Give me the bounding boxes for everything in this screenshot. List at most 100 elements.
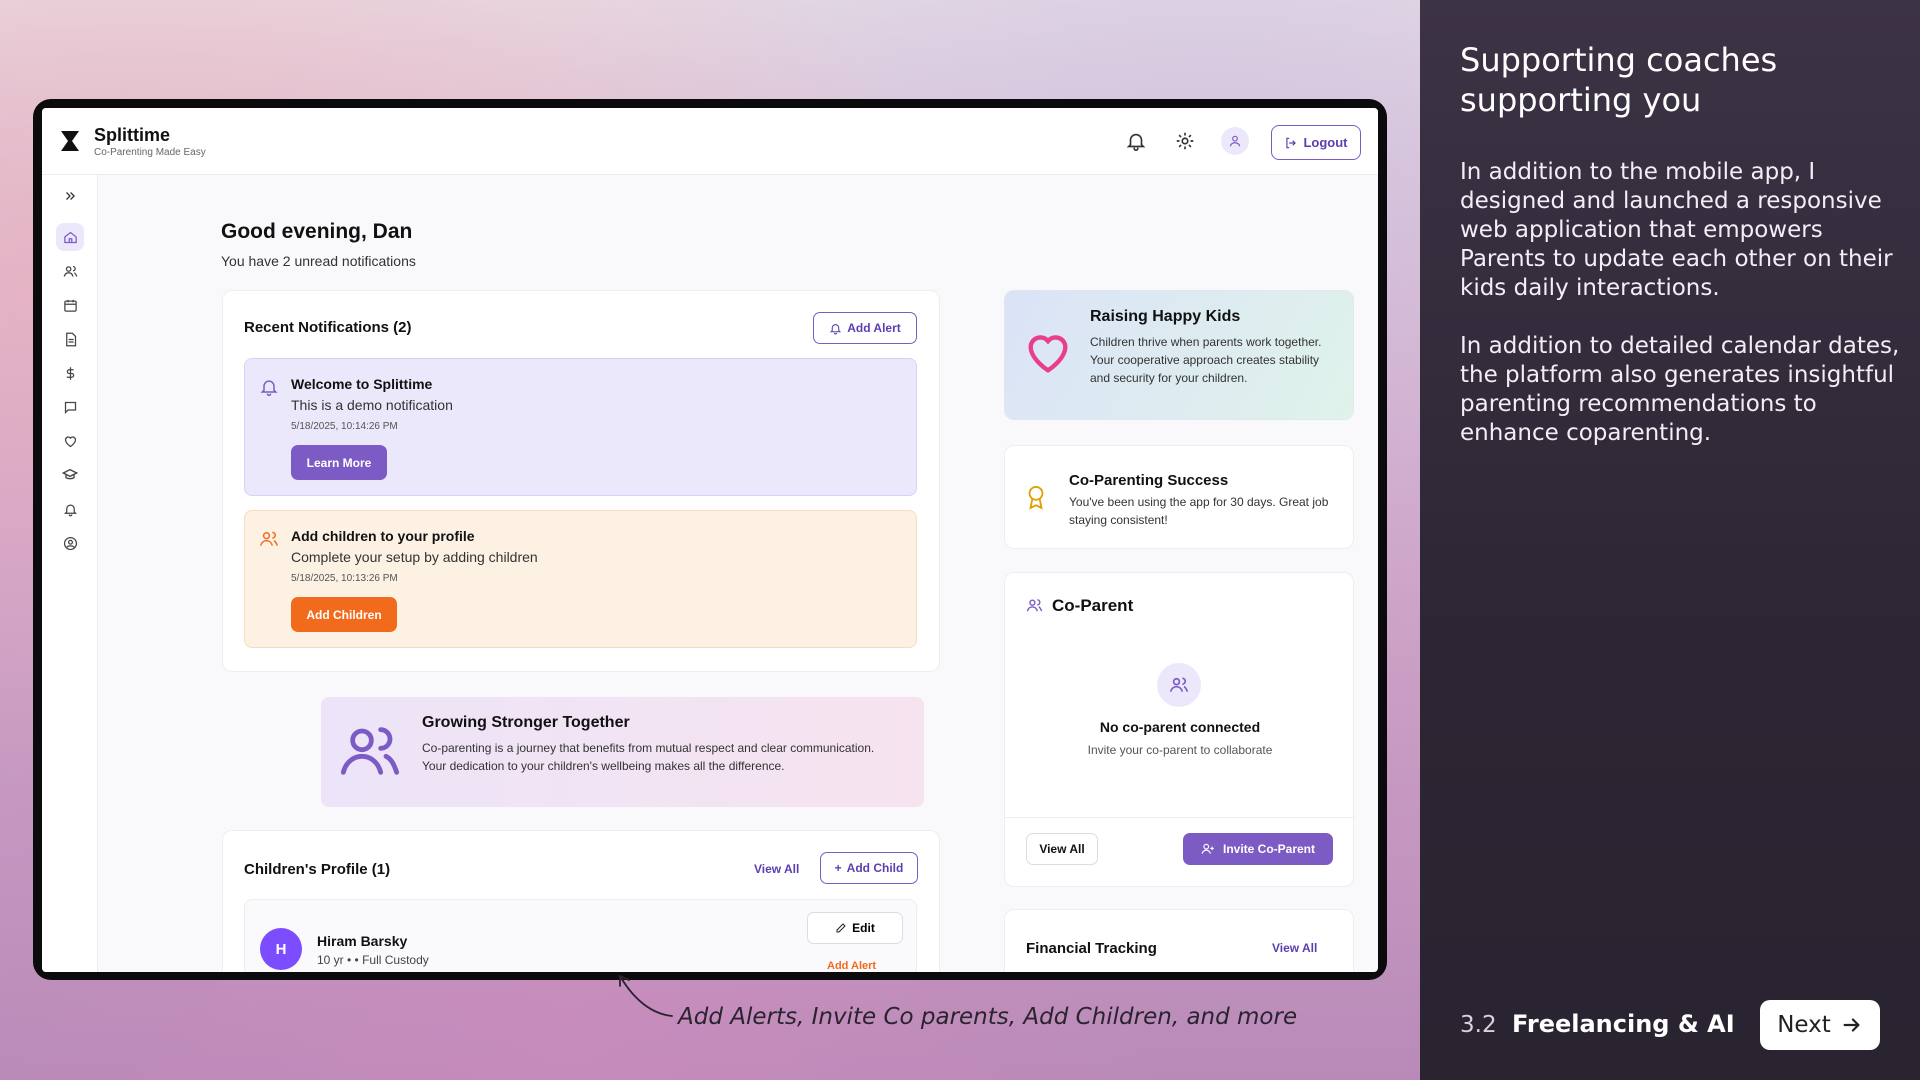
users-icon bbox=[259, 531, 279, 546]
notification-item: Add children to your profile Complete yo… bbox=[244, 510, 917, 648]
notification-item: Welcome to Splittime This is a demo noti… bbox=[244, 358, 917, 496]
add-children-label: Add Children bbox=[306, 607, 382, 622]
logout-label: Logout bbox=[1303, 135, 1348, 150]
growing-title: Growing Stronger Together bbox=[422, 714, 630, 731]
section-title: Freelancing & AI bbox=[1512, 1010, 1735, 1038]
financial-tracking-card: Financial Tracking View All bbox=[1004, 909, 1354, 972]
financial-title: Financial Tracking bbox=[1026, 940, 1157, 957]
success-title: Co-Parenting Success bbox=[1069, 472, 1229, 489]
child-avatar: H bbox=[260, 928, 302, 970]
child-add-alert-link[interactable]: Add Alert bbox=[827, 960, 876, 972]
bell-icon bbox=[260, 380, 278, 397]
dollar-icon bbox=[66, 366, 74, 380]
co-parent-card: Co-Parent No co-parent connected Invite … bbox=[1004, 572, 1355, 887]
heart-icon bbox=[1028, 335, 1068, 373]
growing-stronger-card: Growing Stronger Together Co-parenting i… bbox=[321, 697, 924, 807]
edit-icon bbox=[836, 923, 846, 933]
caption-arrow-icon bbox=[619, 975, 673, 1017]
add-alert-label: Add Alert bbox=[847, 321, 901, 335]
users-icon bbox=[1026, 599, 1043, 612]
growing-text: Co-parenting is a journey that benefits … bbox=[422, 741, 875, 773]
users-icon bbox=[63, 265, 77, 277]
raising-title: Raising Happy Kids bbox=[1090, 308, 1241, 325]
co-parent-title: Co-Parent bbox=[1052, 596, 1134, 615]
top-bar: Splittime Co-Parenting Made Easy Logout bbox=[42, 108, 1378, 175]
graduation-icon bbox=[62, 468, 78, 480]
notification-title: Welcome to Splittime bbox=[291, 376, 433, 392]
sidebar-item-alerts[interactable] bbox=[56, 495, 84, 523]
brand-name: Splittime bbox=[94, 125, 171, 145]
edit-child-button[interactable]: Edit bbox=[807, 912, 903, 944]
co-parent-empty-avatar bbox=[1157, 663, 1201, 707]
expand-icon bbox=[66, 192, 75, 200]
success-text: You've been using the app for 30 days. G… bbox=[1069, 495, 1329, 527]
message-icon bbox=[64, 401, 76, 414]
co-parent-view-all-button[interactable]: View All bbox=[1026, 833, 1098, 865]
award-icon bbox=[1028, 486, 1044, 510]
main-content: Good evening, Dan You have 2 unread noti… bbox=[98, 175, 1378, 972]
raising-happy-kids-card: Raising Happy Kids Children thrive when … bbox=[1004, 290, 1354, 420]
sidebar-item-wellbeing[interactable] bbox=[56, 427, 84, 455]
notification-title: Add children to your profile bbox=[291, 528, 475, 544]
add-child-button[interactable]: + Add Child bbox=[820, 852, 918, 884]
invite-co-parent-button[interactable]: Invite Co-Parent bbox=[1183, 833, 1333, 865]
bell-icon bbox=[63, 504, 77, 516]
divider bbox=[1005, 817, 1355, 818]
sidebar-item-calendar[interactable] bbox=[56, 291, 84, 319]
sidebar-item-home[interactable] bbox=[56, 223, 84, 251]
logout-button[interactable]: Logout bbox=[1271, 125, 1361, 160]
notifications-title: Recent Notifications (2) bbox=[244, 319, 412, 336]
notification-time: 5/18/2025, 10:13:26 PM bbox=[291, 573, 398, 584]
users-icon bbox=[1169, 677, 1189, 692]
children-card: Children's Profile (1) View All + Add Ch… bbox=[222, 830, 940, 972]
notification-message: Complete your setup by adding children bbox=[291, 549, 538, 565]
home-icon bbox=[63, 231, 77, 243]
co-parent-empty-title: No co-parent connected bbox=[1099, 719, 1261, 735]
heart-icon bbox=[64, 435, 76, 447]
app-screen: Splittime Co-Parenting Made Easy Logout bbox=[42, 108, 1378, 972]
users-icon bbox=[340, 727, 400, 775]
document-icon bbox=[65, 332, 76, 346]
sidebar-item-finance[interactable] bbox=[56, 359, 84, 387]
user-circle-icon bbox=[63, 536, 77, 550]
plus-icon: + bbox=[834, 861, 842, 875]
notifications-card: Recent Notifications (2) Add Alert Welco… bbox=[222, 290, 940, 672]
next-button[interactable]: Next bbox=[1760, 1000, 1880, 1050]
slide-paragraph-1: In addition to the mobile app, I designe… bbox=[1460, 159, 1893, 301]
edit-label: Edit bbox=[852, 921, 875, 935]
info-panel: Supporting coaches supporting you In add… bbox=[1420, 0, 1920, 1080]
section-number: 3.2 bbox=[1460, 1012, 1497, 1038]
add-child-label: Add Child bbox=[846, 861, 904, 875]
sidebar-item-education[interactable] bbox=[56, 461, 84, 489]
slide-caption: Add Alerts, Invite Co parents, Add Child… bbox=[678, 1004, 1298, 1030]
child-row: H Hiram Barsky 10 yr • • Full Custody Ed… bbox=[244, 899, 917, 972]
add-children-button[interactable]: Add Children bbox=[291, 597, 397, 632]
calendar-icon bbox=[63, 299, 77, 312]
sidebar-item-messages[interactable] bbox=[56, 393, 84, 421]
learn-more-label: Learn More bbox=[306, 455, 372, 470]
learn-more-button[interactable]: Learn More bbox=[291, 445, 387, 480]
sidebar-item-family[interactable] bbox=[56, 257, 84, 285]
co-parent-view-all-label: View All bbox=[1039, 842, 1085, 856]
bell-icon[interactable] bbox=[1125, 130, 1147, 152]
notification-message: This is a demo notification bbox=[291, 397, 453, 413]
hourglass-logo-icon bbox=[61, 131, 79, 151]
financial-view-all-link[interactable]: View All bbox=[1272, 941, 1317, 955]
co-parent-empty-subtitle: Invite your co-parent to collaborate bbox=[1087, 743, 1273, 757]
child-name: Hiram Barsky bbox=[317, 933, 408, 949]
sidebar bbox=[42, 175, 98, 972]
coparenting-success-card: Co-Parenting Success You've been using t… bbox=[1004, 445, 1354, 549]
invite-co-parent-label: Invite Co-Parent bbox=[1222, 842, 1315, 856]
sidebar-expand[interactable] bbox=[56, 182, 84, 210]
notification-time: 5/18/2025, 10:14:26 PM bbox=[291, 421, 398, 432]
next-label: Next bbox=[1777, 1012, 1831, 1038]
profile-avatar-button[interactable] bbox=[1221, 127, 1249, 155]
sidebar-item-account[interactable] bbox=[56, 529, 84, 557]
slide-paragraph-2: In addition to detailed calendar dates, … bbox=[1460, 333, 1900, 446]
children-view-all-link[interactable]: View All bbox=[754, 862, 799, 876]
arrow-right-icon bbox=[1843, 1018, 1860, 1032]
add-alert-button[interactable]: Add Alert bbox=[813, 312, 917, 344]
sidebar-item-documents[interactable] bbox=[56, 325, 84, 353]
gear-icon[interactable] bbox=[1174, 130, 1196, 152]
bell-icon bbox=[830, 323, 842, 334]
